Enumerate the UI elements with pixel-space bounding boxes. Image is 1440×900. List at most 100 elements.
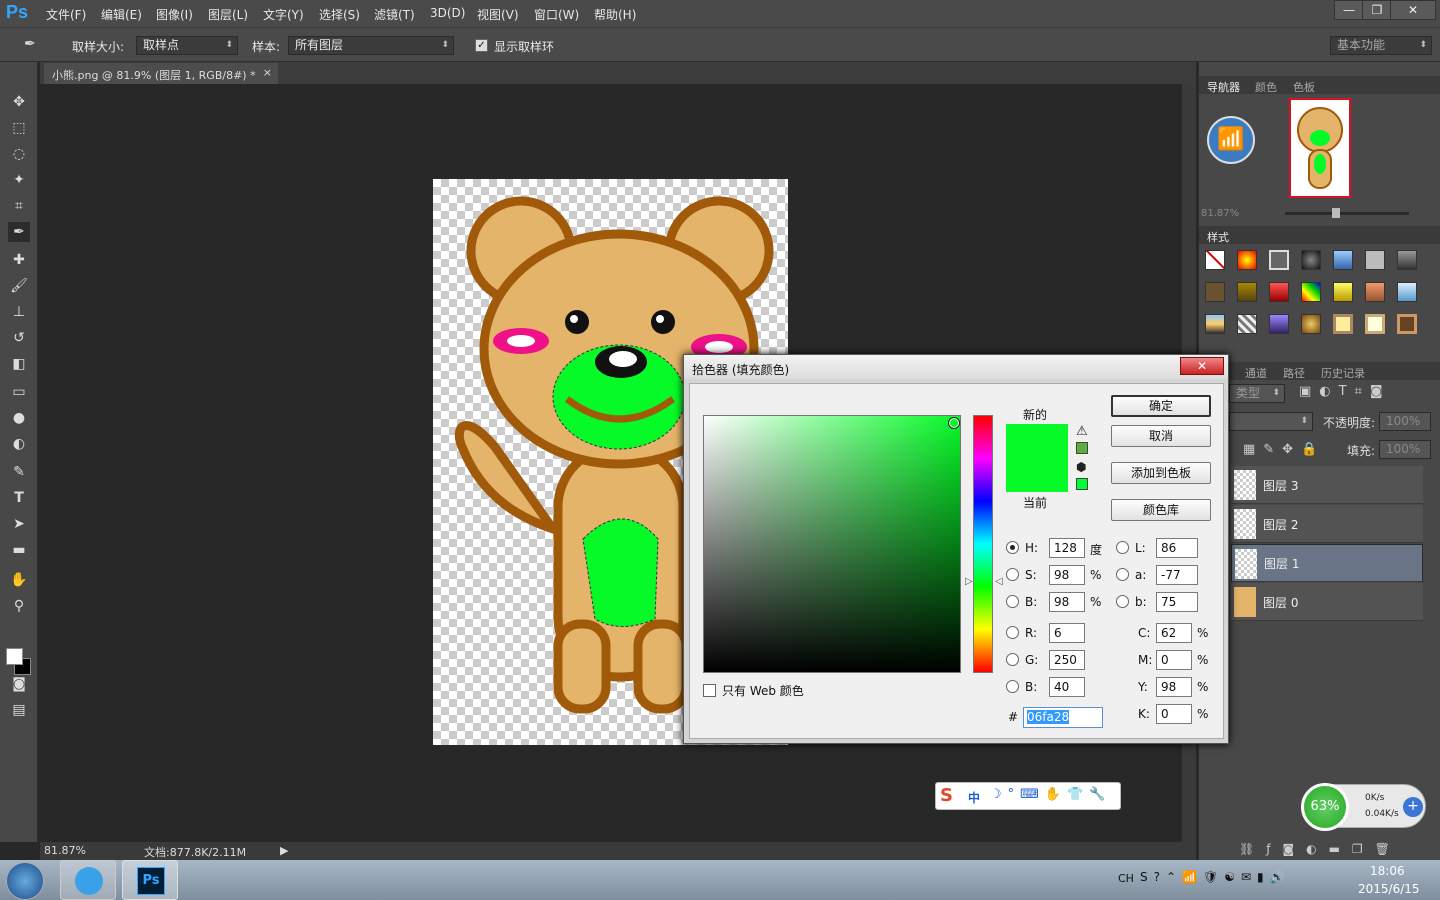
menu-image[interactable]: 图像(I) <box>156 6 193 23</box>
foreground-color-swatch[interactable] <box>6 648 23 665</box>
blur-tool-icon[interactable]: ● <box>8 408 30 428</box>
saturation-input[interactable]: 98 <box>1049 565 1085 585</box>
menu-help[interactable]: 帮助(H) <box>594 6 636 23</box>
taskbar-app-browser[interactable] <box>60 860 116 900</box>
out-of-gamut-warning-icon[interactable]: ⚠ <box>1076 424 1088 439</box>
menu-layer[interactable]: 图层(L) <box>208 6 248 23</box>
tab-color[interactable]: 颜色 <box>1255 79 1277 95</box>
hand-tool-icon[interactable]: ✋ <box>8 570 30 590</box>
green-radio[interactable] <box>1006 653 1019 666</box>
cancel-button[interactable]: 取消 <box>1111 425 1211 447</box>
tab-styles[interactable]: 样式 <box>1207 229 1229 245</box>
stamp-tool-icon[interactable]: ⊥ <box>8 302 30 322</box>
lab-b-radio[interactable] <box>1116 595 1129 608</box>
black-input[interactable]: 0 <box>1156 704 1192 724</box>
sample-select[interactable]: 所有图层 ⬍ <box>288 36 454 55</box>
layer-row[interactable]: 图层 0 <box>1231 583 1423 621</box>
status-zoom[interactable]: 81.87% <box>44 844 86 857</box>
lab-a-radio[interactable] <box>1116 568 1129 581</box>
hue-input[interactable]: 128 <box>1049 538 1085 558</box>
zoom-tool-icon[interactable]: ⚲ <box>8 596 30 616</box>
history-brush-icon[interactable]: ↺ <box>8 328 30 348</box>
layer-actions-bar[interactable]: ⛓ƒ◙◐▬❐🗑 <box>1239 842 1402 856</box>
color-libraries-button[interactable]: 颜色库 <box>1111 499 1211 521</box>
color-field-marker[interactable] <box>948 417 960 429</box>
lasso-tool-icon[interactable]: ◌ <box>8 144 30 164</box>
ime-mode-label[interactable]: 中 <box>968 789 980 806</box>
style-swatch[interactable] <box>1237 282 1257 302</box>
healing-brush-icon[interactable]: ✚ <box>8 250 30 270</box>
menu-select[interactable]: 选择(S) <box>319 6 360 23</box>
style-swatch[interactable] <box>1397 314 1417 334</box>
hue-slider[interactable] <box>973 415 993 673</box>
brightness-radio[interactable] <box>1006 595 1019 608</box>
quick-mask-icon[interactable]: ◙ <box>8 674 30 694</box>
style-swatch[interactable] <box>1333 250 1353 270</box>
menu-view[interactable]: 视图(V) <box>477 6 519 23</box>
gamut-color-swatch[interactable] <box>1076 442 1088 454</box>
style-swatch[interactable] <box>1301 250 1321 270</box>
layer-filter-icons[interactable]: ▣◐T⌗◙ <box>1299 384 1391 399</box>
dialog-titlebar[interactable]: 拾色器 (填充颜色) <box>684 355 1228 379</box>
type-tool-icon[interactable]: T <box>8 488 30 508</box>
clock-date[interactable]: 2015/6/15 <box>1358 882 1420 896</box>
style-swatch[interactable] <box>1365 282 1385 302</box>
fill-input[interactable]: 100% <box>1379 440 1431 459</box>
menu-window[interactable]: 窗口(W) <box>534 6 579 23</box>
document-tab[interactable]: 小熊.png @ 81.9% (图层 1, RGB/8#) * × <box>44 63 278 84</box>
show-ring-checkbox[interactable]: ✓ <box>475 39 488 52</box>
boost-icon[interactable]: + <box>1403 797 1423 817</box>
gradient-tool-icon[interactable]: ▭ <box>8 382 30 402</box>
layer-kind-filter[interactable]: 类型 ⬍ <box>1229 384 1285 403</box>
style-swatch[interactable] <box>1301 282 1321 302</box>
hue-slider-left-arrow-icon[interactable]: ▷ <box>965 576 973 587</box>
current-color-swatch[interactable] <box>1006 458 1068 492</box>
lab-b-input[interactable]: 75 <box>1156 592 1198 612</box>
style-swatch[interactable] <box>1333 282 1353 302</box>
layer-row-selected[interactable]: 图层 1 <box>1231 544 1423 582</box>
style-swatch[interactable] <box>1397 250 1417 270</box>
web-safe-color-swatch[interactable] <box>1076 478 1088 490</box>
style-swatch[interactable] <box>1205 314 1225 334</box>
hue-radio[interactable] <box>1006 541 1019 554</box>
start-button[interactable] <box>6 862 44 900</box>
blue-input[interactable]: 40 <box>1049 677 1085 697</box>
style-swatch[interactable] <box>1237 250 1257 270</box>
opacity-input[interactable]: 100% <box>1379 412 1431 431</box>
navigator-preview[interactable] <box>1289 98 1351 198</box>
blend-mode-select[interactable]: ⬍ <box>1229 412 1313 431</box>
style-swatch[interactable] <box>1365 250 1385 270</box>
navigator-zoom-value[interactable]: 81.87% <box>1201 208 1239 219</box>
style-swatch[interactable] <box>1269 250 1289 270</box>
eraser-tool-icon[interactable]: ◧ <box>8 354 30 374</box>
menu-3d[interactable]: 3D(D) <box>430 6 465 20</box>
style-swatch[interactable] <box>1301 314 1321 334</box>
hex-input[interactable]: 06fa28 <box>1023 707 1103 728</box>
red-radio[interactable] <box>1006 626 1019 639</box>
path-select-icon[interactable]: ➤ <box>8 514 30 534</box>
move-tool-icon[interactable]: ✥ <box>8 92 30 112</box>
tab-swatches[interactable]: 色板 <box>1293 79 1315 95</box>
taskbar-app-photoshop[interactable]: Ps <box>122 860 178 900</box>
menu-file[interactable]: 文件(F) <box>46 6 86 23</box>
add-to-swatches-button[interactable]: 添加到色板 <box>1111 462 1211 484</box>
language-indicator[interactable]: CH <box>1118 872 1134 885</box>
navigator-zoom-handle[interactable] <box>1332 208 1340 218</box>
lock-icons[interactable]: ▦✎✥🔒 <box>1243 442 1325 457</box>
red-input[interactable]: 6 <box>1049 623 1085 643</box>
tab-navigator[interactable]: 导航器 <box>1207 79 1240 95</box>
magenta-input[interactable]: 0 <box>1156 650 1192 670</box>
menu-type[interactable]: 文字(Y) <box>263 6 304 23</box>
restore-button[interactable]: ❐ <box>1362 0 1392 20</box>
menu-filter[interactable]: 滤镜(T) <box>374 6 415 23</box>
status-menu-arrow-icon[interactable]: ▶ <box>280 844 288 857</box>
web-colors-only-checkbox[interactable] <box>703 684 716 697</box>
ime-tool-icons[interactable]: ☽°⌨✋👕🔧 <box>990 787 1111 802</box>
ime-toolbar[interactable]: S 中 ☽°⌨✋👕🔧 <box>935 782 1121 810</box>
menu-edit[interactable]: 编辑(E) <box>101 6 142 23</box>
minimize-button[interactable]: — <box>1334 0 1364 20</box>
lab-a-input[interactable]: -77 <box>1156 565 1198 585</box>
magic-wand-icon[interactable]: ✦ <box>8 170 30 190</box>
ok-button[interactable]: 确定 <box>1111 395 1211 417</box>
green-input[interactable]: 250 <box>1049 650 1085 670</box>
